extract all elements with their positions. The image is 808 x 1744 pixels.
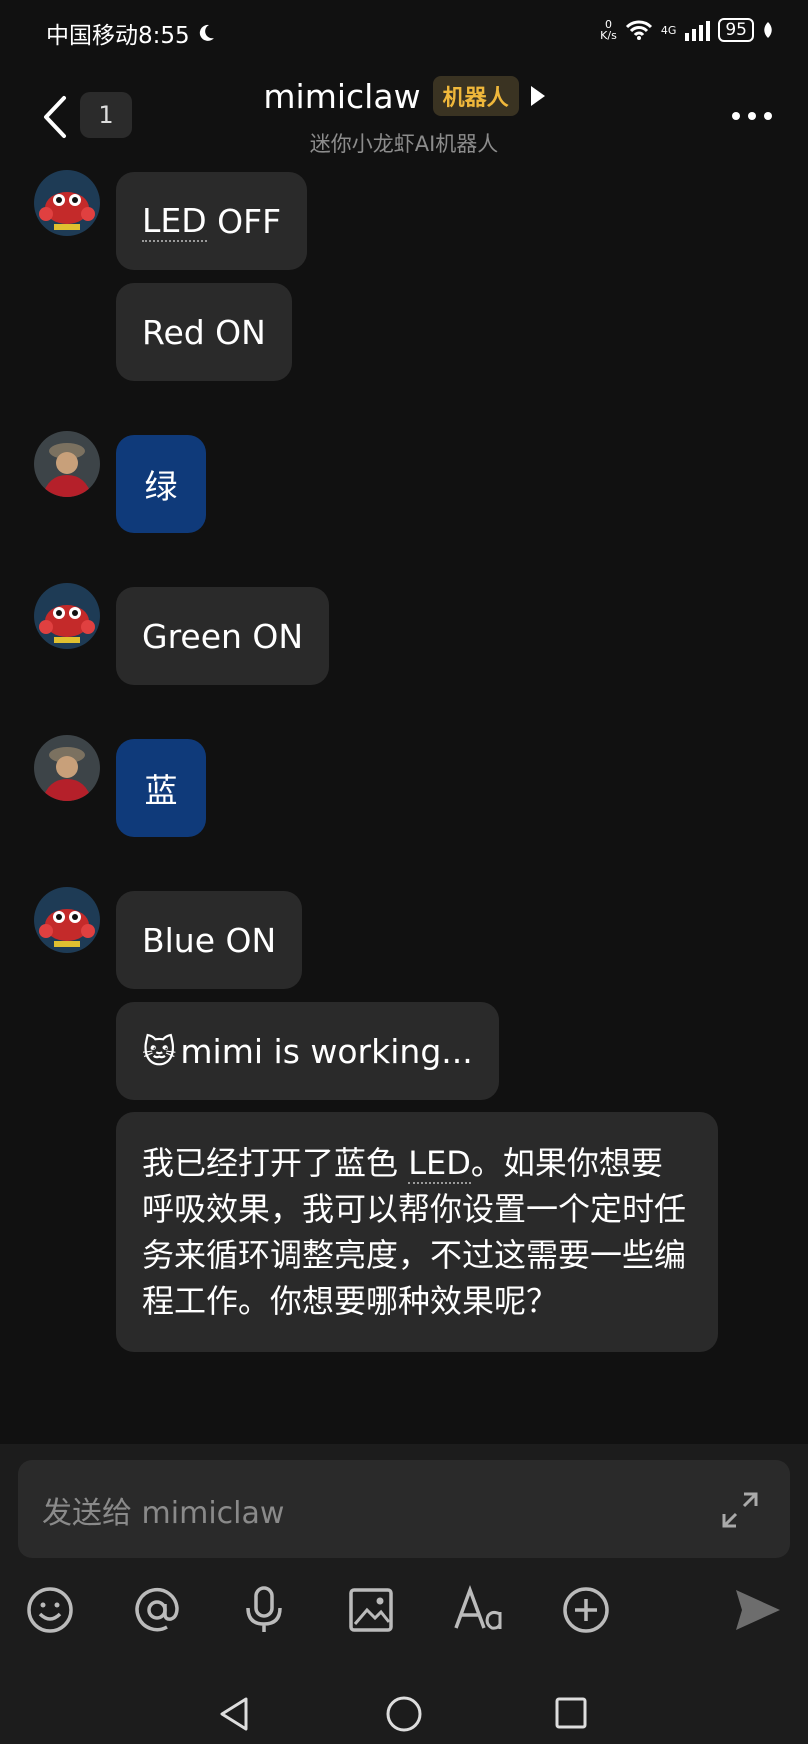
signal-icon bbox=[685, 21, 711, 41]
bot-avatar[interactable] bbox=[34, 887, 100, 953]
leaf-icon bbox=[764, 22, 772, 38]
plus-icon[interactable] bbox=[560, 1584, 612, 1636]
mic-icon[interactable] bbox=[238, 1584, 290, 1636]
nav-home-icon[interactable] bbox=[384, 1694, 424, 1734]
status-right: 0 K/s 4G 95 bbox=[600, 18, 774, 42]
message-text: Red ON bbox=[142, 312, 266, 352]
emoji-icon[interactable] bbox=[24, 1584, 76, 1636]
user-message-bubble[interactable]: 蓝 bbox=[116, 739, 206, 837]
user-message-bubble[interactable]: 绿 bbox=[116, 435, 206, 533]
system-nav-bar bbox=[0, 1678, 808, 1744]
crayfish-avatar-icon bbox=[34, 170, 100, 236]
net-speed-unit: K/s bbox=[600, 29, 617, 42]
bot-message-bubble[interactable]: 我已经打开了蓝色 LED。如果你想要呼吸效果，我可以帮你设置一个定时任务来循环调… bbox=[116, 1112, 718, 1352]
chat-header: 1 mimiclaw 机器人 迷你小龙虾AI机器人 bbox=[0, 64, 808, 160]
crayfish-avatar-icon bbox=[34, 887, 100, 953]
user-avatar[interactable] bbox=[34, 431, 100, 497]
cat-emoji-icon: 🐱 bbox=[142, 1031, 177, 1071]
chat-title[interactable]: mimiclaw bbox=[263, 77, 420, 116]
status-left: 中国移动8:55 bbox=[46, 16, 216, 50]
bot-message-bubble[interactable]: Blue ON bbox=[116, 891, 303, 989]
bot-message-bubble[interactable]: Red ON bbox=[116, 283, 292, 381]
message-text-led: LED bbox=[142, 200, 207, 242]
chat-subtitle: 迷你小龙虾AI机器人 bbox=[309, 132, 499, 156]
signal-label: 4G bbox=[660, 23, 677, 37]
bot-status-bubble[interactable]: 🐱 mimi is working... bbox=[116, 1002, 499, 1100]
net-speed: 0 K/s bbox=[600, 19, 617, 41]
message-text: mimi is working... bbox=[180, 1031, 473, 1071]
crayfish-avatar-icon bbox=[34, 583, 100, 649]
user-avatar-icon bbox=[34, 431, 100, 497]
bot-message-bubble[interactable]: LED OFF bbox=[116, 172, 308, 270]
at-icon[interactable] bbox=[131, 1584, 183, 1636]
moon-icon bbox=[199, 24, 214, 41]
message-text: OFF bbox=[206, 201, 282, 241]
battery-indicator: 95 bbox=[718, 18, 754, 42]
font-icon[interactable] bbox=[452, 1584, 508, 1636]
bot-message-bubble[interactable]: Green ON bbox=[116, 587, 330, 685]
message-text: 我已经打开了蓝色 bbox=[142, 1144, 409, 1182]
message-text-led: LED bbox=[408, 1144, 471, 1184]
message-input[interactable]: 发送给 mimiclaw bbox=[18, 1460, 790, 1558]
nav-back-icon[interactable] bbox=[218, 1696, 250, 1732]
carrier-time: 中国移动8:55 bbox=[46, 23, 190, 49]
user-avatar-icon bbox=[34, 735, 100, 801]
user-avatar[interactable] bbox=[34, 735, 100, 801]
bot-badge: 机器人 bbox=[432, 76, 519, 116]
bot-avatar[interactable] bbox=[34, 583, 100, 649]
message-text: Green ON bbox=[142, 616, 304, 656]
wifi-icon bbox=[625, 20, 652, 40]
composer-panel: 发送给 mimiclaw bbox=[0, 1444, 808, 1744]
message-text: Blue ON bbox=[142, 920, 277, 960]
message-text: 蓝 bbox=[144, 771, 178, 810]
more-dot bbox=[764, 112, 772, 120]
nav-recents-icon[interactable] bbox=[554, 1696, 588, 1730]
send-icon[interactable] bbox=[732, 1584, 784, 1636]
composer-toolbar bbox=[0, 1584, 808, 1664]
image-icon[interactable] bbox=[345, 1584, 397, 1636]
status-bar: 中国移动8:55 0 K/s 4G 95 bbox=[0, 0, 808, 64]
expand-icon[interactable] bbox=[720, 1490, 760, 1530]
bot-avatar[interactable] bbox=[34, 170, 100, 236]
more-options-icon[interactable] bbox=[732, 112, 772, 120]
message-input-placeholder: 发送给 mimiclaw bbox=[42, 1496, 285, 1531]
title-row[interactable]: mimiclaw 机器人 bbox=[0, 76, 808, 116]
message-text: 绿 bbox=[144, 467, 178, 506]
more-dot bbox=[732, 112, 740, 120]
play-icon[interactable] bbox=[530, 86, 545, 106]
more-dot bbox=[748, 112, 756, 120]
